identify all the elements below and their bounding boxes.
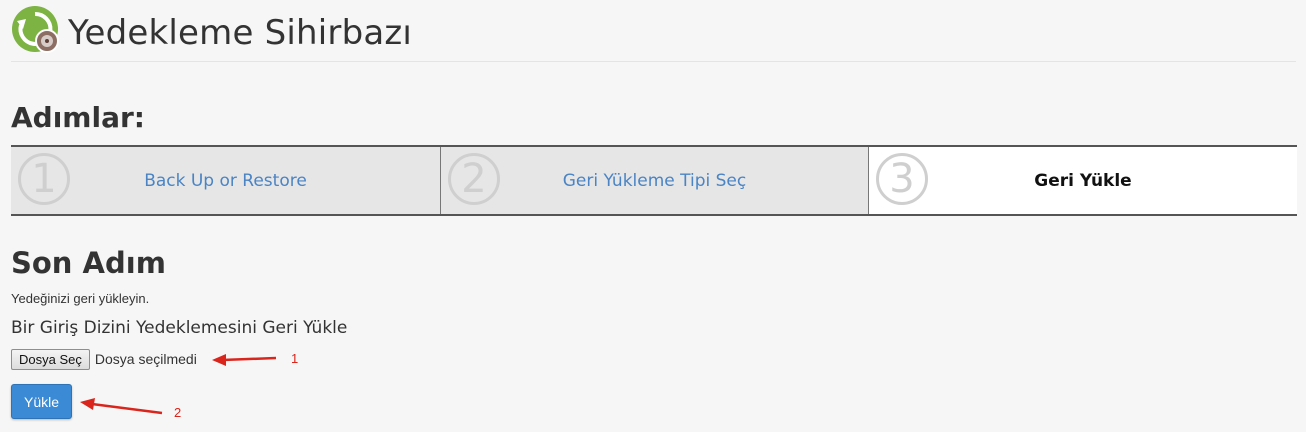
annotation-arrow-1 [221, 356, 277, 362]
page-title: Yedekleme Sihirbazı [68, 13, 413, 53]
file-status-text: Dosya seçilmedi [94, 351, 197, 367]
upload-button[interactable]: Yükle [11, 384, 72, 419]
steps-heading: Adımlar: [11, 101, 145, 134]
step-label-current: Geri Yükle [1034, 170, 1132, 191]
backup-wizard-icon [12, 6, 59, 53]
annotation-marker-1: 1 [291, 351, 299, 366]
header-divider [11, 61, 1296, 62]
file-input-row: Dosya Seç Dosya seçilmedi [11, 348, 197, 370]
step-select-restore-type[interactable]: 2 Geri Yükleme Tipi Seç [441, 147, 869, 214]
step-back-up-or-restore[interactable]: 1 Back Up or Restore [11, 147, 441, 214]
final-step-description: Yedeğinizi geri yükleyin. [11, 291, 150, 306]
choose-file-button[interactable]: Dosya Seç [11, 348, 90, 370]
restore-home-dir-heading: Bir Giriş Dizini Yedeklemesini Geri Yükl… [11, 318, 348, 338]
final-step-title: Son Adım [11, 246, 166, 280]
backup-wizard-page: Yedekleme Sihirbazı Adımlar: 1 Back Up o… [0, 0, 1306, 432]
annotation-marker-2: 2 [174, 405, 182, 420]
annotation-arrow-2 [91, 402, 163, 415]
step-label-link[interactable]: Geri Yükleme Tipi Seç [441, 147, 868, 214]
step-restore-active: 3 Geri Yükle [869, 147, 1297, 214]
annotation-arrowhead-1 [212, 354, 226, 366]
wizard-steps: 1 Back Up or Restore 2 Geri Yükleme Tipi… [11, 145, 1297, 216]
step-label-link[interactable]: Back Up or Restore [11, 147, 440, 214]
annotation-arrowhead-2 [80, 398, 95, 410]
